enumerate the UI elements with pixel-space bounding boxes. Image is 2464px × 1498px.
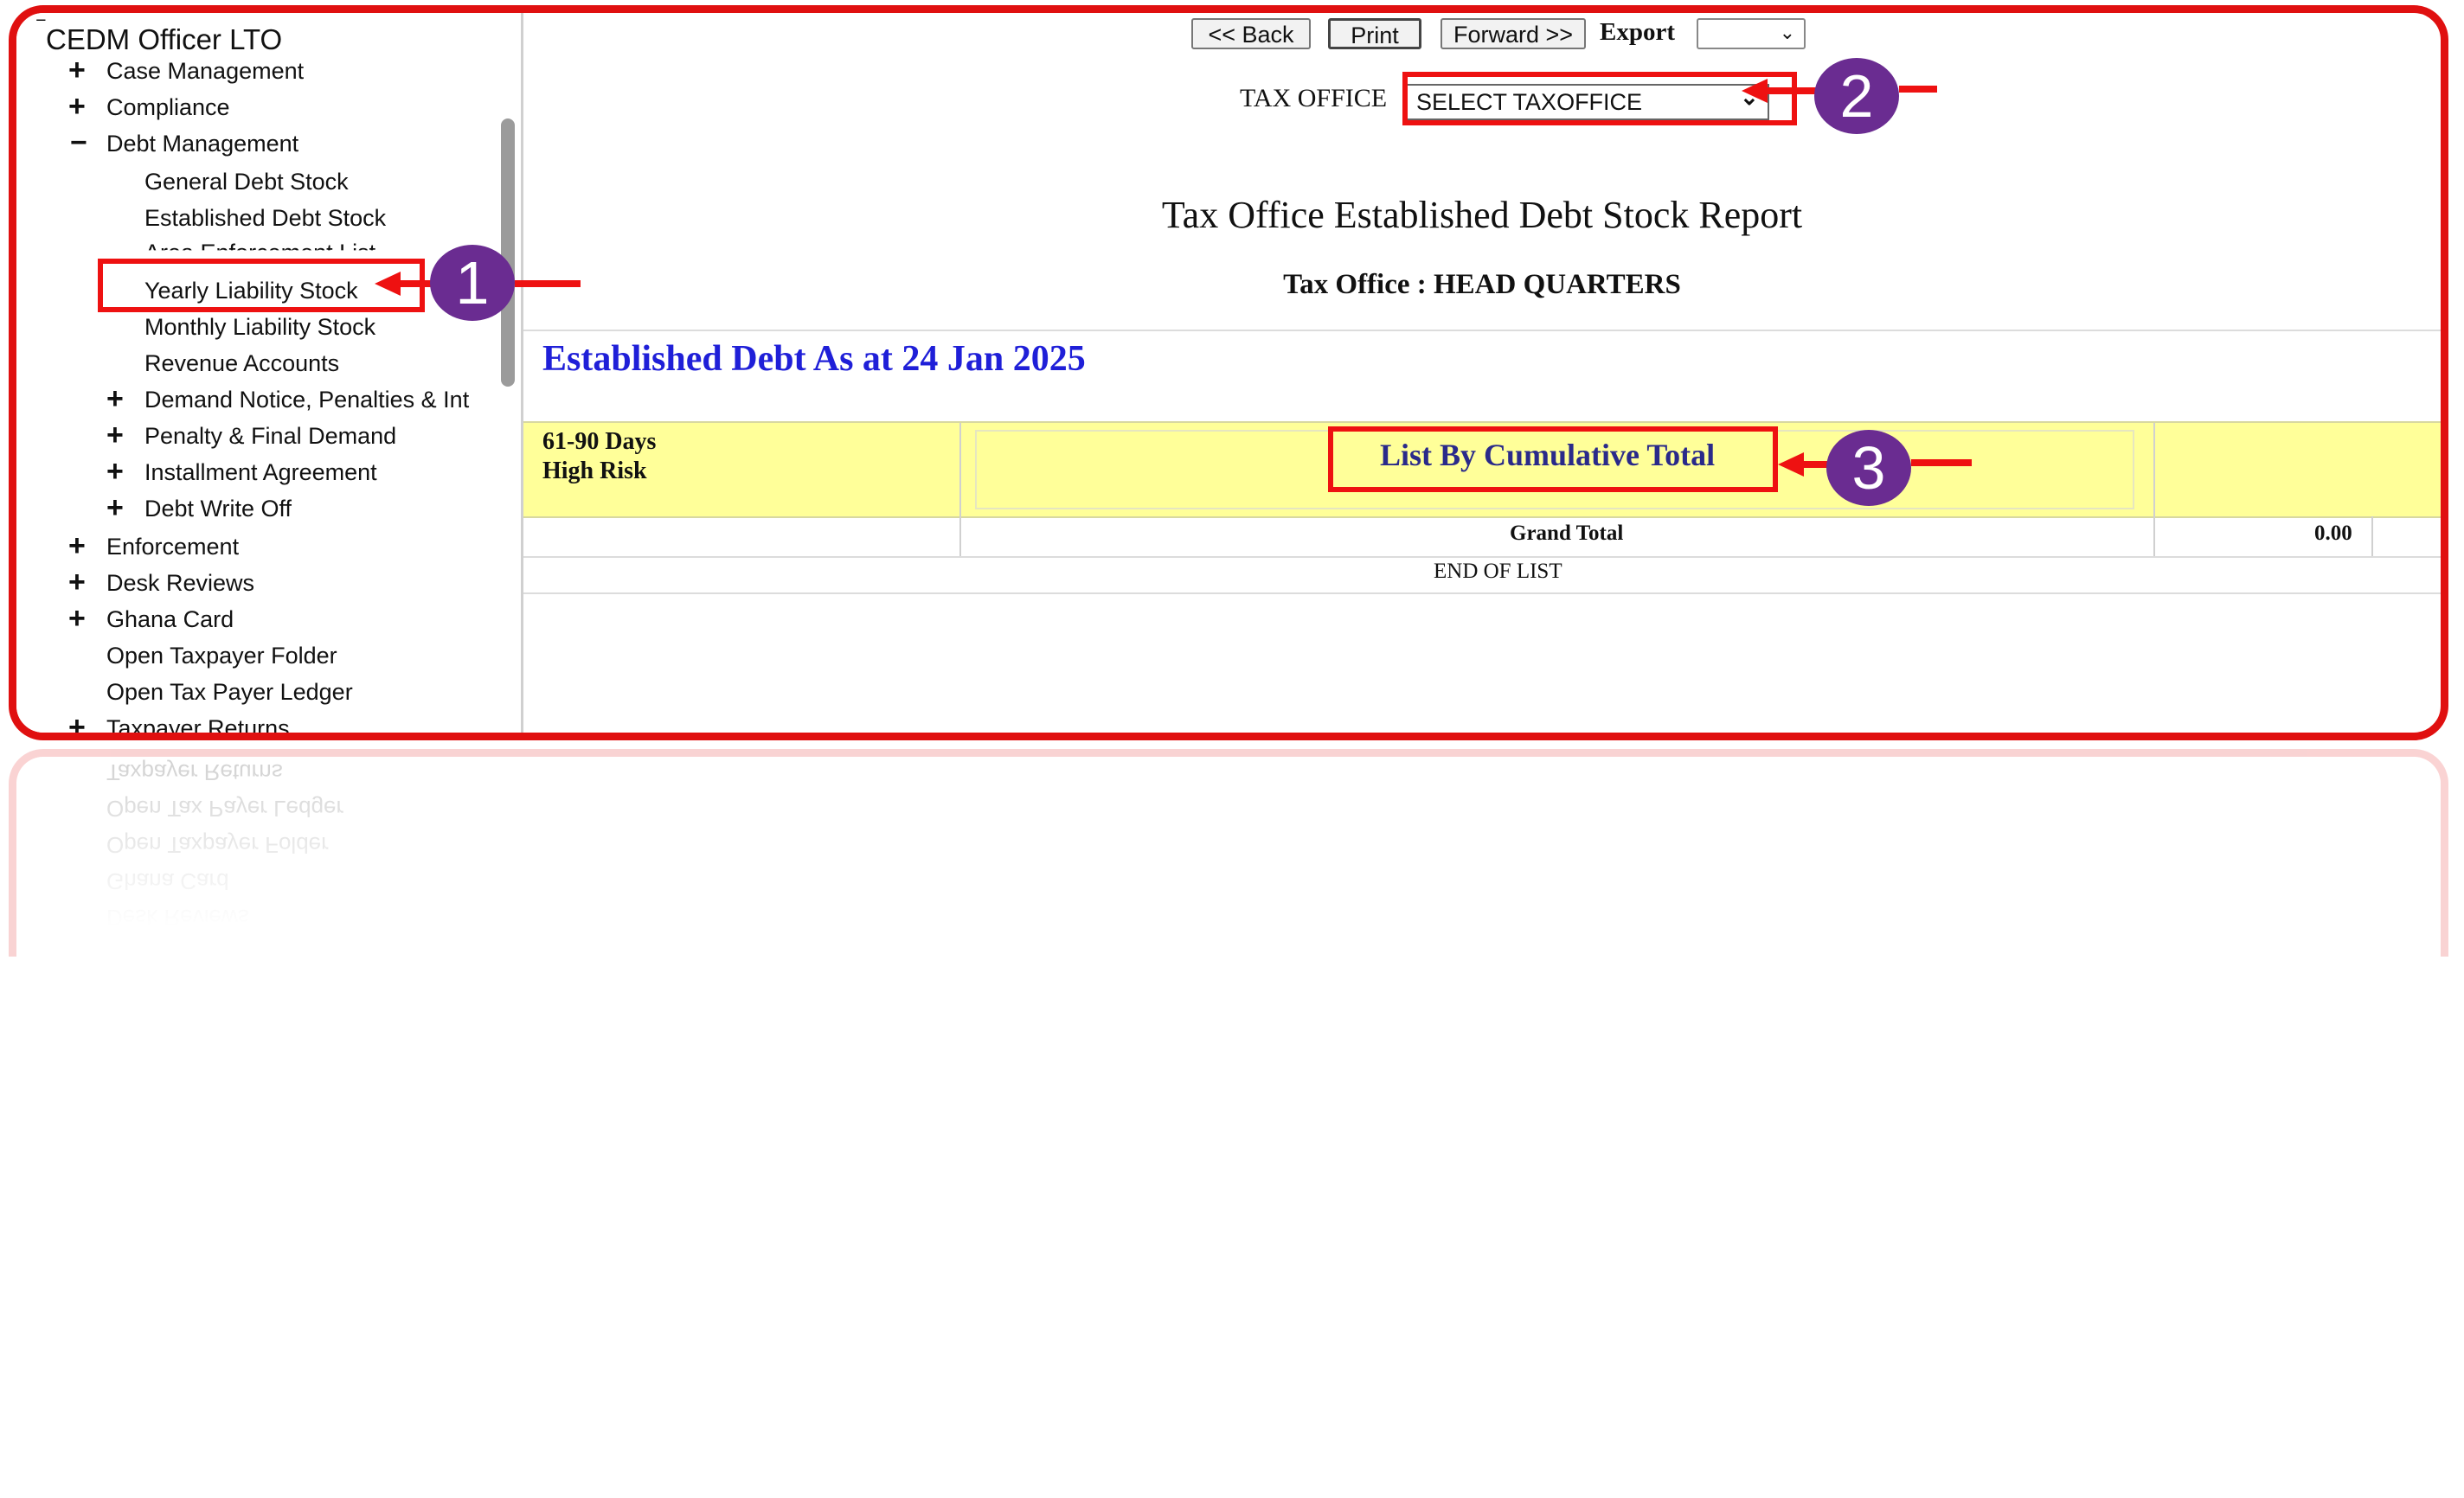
chevron-down-icon: ⌄	[1779, 22, 1795, 43]
expand-plus-icon[interactable]: +	[106, 493, 124, 522]
sidebar-item-taxpayer-returns[interactable]: Taxpayer Returns	[106, 715, 290, 733]
frame-reflection: Taxpayer Returns Open Tax Payer Ledger O…	[9, 749, 2448, 957]
sidebar-item-revenue-accounts[interactable]: Revenue Accounts	[144, 350, 339, 377]
column-divider	[2371, 516, 2373, 556]
column-divider	[959, 423, 961, 516]
sidebar-item-installment-agreement[interactable]: Installment Agreement	[144, 459, 377, 486]
sidebar-item-established-debt-stock[interactable]: Established Debt Stock	[144, 205, 386, 232]
sidebar-item-penalty-final-demand[interactable]: Penalty & Final Demand	[144, 423, 396, 450]
divider	[523, 330, 2441, 331]
grand-total-label: Grand Total	[1510, 522, 1624, 545]
column-divider	[2153, 423, 2155, 516]
debt-heading: Established Debt As at 24 Jan 2025	[542, 339, 1086, 379]
sidebar-item-debt-write-off[interactable]: Debt Write Off	[144, 496, 292, 522]
expand-plus-icon[interactable]: +	[68, 531, 86, 560]
grand-total-value: 0.00	[2314, 522, 2352, 545]
row-risk-label: High Risk	[542, 458, 647, 484]
window-frame: ‾ CEDM Officer LTO + Case Management + C…	[9, 5, 2448, 740]
report-title: Tax Office Established Debt Stock Report	[1161, 194, 1803, 236]
arrow-line	[1911, 459, 1972, 466]
arrow-line	[515, 280, 581, 287]
tax-office-label: TAX OFFICE	[1240, 84, 1388, 112]
sidebar-menu: ‾ CEDM Officer LTO + Case Management + C…	[16, 13, 523, 733]
expand-plus-icon[interactable]: +	[68, 92, 86, 121]
sidebar-item-ghana-card[interactable]: Ghana Card	[106, 606, 234, 633]
sidebar-item-open-taxpayer-folder[interactable]: Open Taxpayer Folder	[106, 643, 337, 669]
sidebar-item-case-management[interactable]: Case Management	[106, 58, 304, 85]
expand-plus-icon[interactable]: +	[106, 457, 124, 486]
sidebar-item-open-tax-payer-ledger[interactable]: Open Tax Payer Ledger	[106, 679, 353, 706]
divider	[523, 556, 2441, 558]
row-age-label: 61-90 Days	[542, 428, 657, 455]
column-divider	[959, 516, 961, 556]
arrow-line	[1899, 86, 1937, 93]
expand-plus-icon[interactable]: +	[68, 567, 86, 597]
export-label: Export	[1600, 18, 1675, 46]
sidebar-title: CEDM Officer LTO	[46, 23, 283, 55]
step-badge-1: 1	[430, 245, 515, 321]
export-select[interactable]: ⌄	[1697, 18, 1806, 49]
expand-plus-icon[interactable]: +	[106, 384, 124, 413]
expand-plus-icon[interactable]: +	[68, 713, 86, 733]
print-button[interactable]: Print	[1328, 18, 1421, 49]
forward-button[interactable]: Forward >>	[1441, 18, 1586, 49]
highlight-box-step-3	[1328, 426, 1778, 492]
sidebar-item-compliance[interactable]: Compliance	[106, 94, 230, 121]
step-badge-2: 2	[1814, 58, 1899, 134]
report-tax-office: Tax Office : HEAD QUARTERS	[1283, 269, 1681, 300]
sidebar-item-desk-reviews[interactable]: Desk Reviews	[106, 570, 254, 597]
highlight-box-step-2	[1402, 72, 1797, 125]
collapse-dash-icon[interactable]: ‾	[37, 16, 45, 43]
back-button[interactable]: << Back	[1191, 18, 1311, 49]
sidebar-scrollbar[interactable]	[501, 118, 515, 387]
column-divider	[2153, 516, 2155, 556]
sidebar-item-demand-notice[interactable]: Demand Notice, Penalties & Int	[144, 387, 469, 413]
reflection-fade	[16, 757, 2441, 957]
step-badge-3: 3	[1826, 430, 1911, 506]
sidebar-item-monthly-liability-stock[interactable]: Monthly Liability Stock	[144, 314, 375, 341]
sidebar-item-general-debt-stock[interactable]: General Debt Stock	[144, 169, 349, 195]
sidebar-item-enforcement[interactable]: Enforcement	[106, 534, 239, 560]
sidebar-item-debt-management[interactable]: Debt Management	[106, 131, 298, 157]
end-of-list: END OF LIST	[1434, 560, 1562, 583]
expand-plus-icon[interactable]: +	[68, 604, 86, 633]
collapse-minus-icon[interactable]: −	[70, 128, 87, 157]
expand-plus-icon[interactable]: +	[106, 420, 124, 450]
divider	[523, 592, 2441, 594]
expand-plus-icon[interactable]: +	[68, 55, 86, 85]
